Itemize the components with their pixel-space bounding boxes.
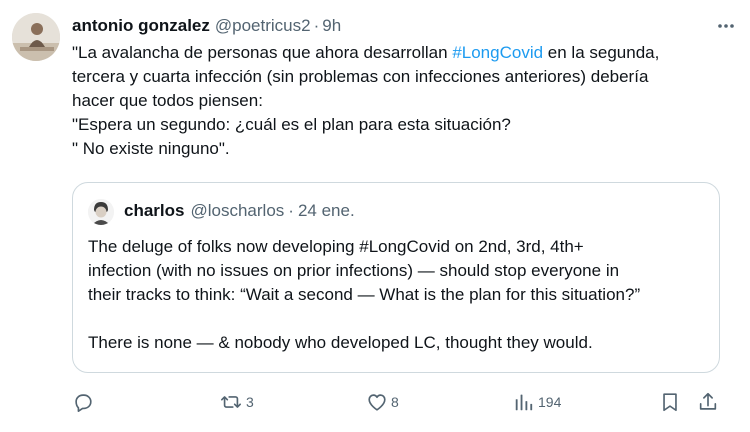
quoted-tweet-text: The deluge of folks now developing #Long… (88, 235, 708, 355)
reply-button[interactable] (72, 388, 94, 416)
tweet-text-segment: en la segunda, (543, 43, 660, 62)
retweet-button[interactable]: 3 (219, 388, 254, 416)
retweet-count: 3 (246, 394, 254, 410)
quoted-tweet-time: 24 ene. (297, 201, 355, 220)
quoted-header-separator: · (288, 201, 294, 220)
like-count: 8 (391, 394, 399, 410)
tweet-text-line: "Espera un segundo: ¿cuál es el plan par… (72, 115, 511, 134)
quoted-tweet[interactable]: charlos @loscharlos · 24 ene. The deluge… (72, 182, 720, 373)
like-button[interactable]: 8 (366, 388, 399, 416)
tweet-time[interactable]: 9h (322, 16, 341, 36)
quoted-author-handle[interactable]: @loscharlos (190, 201, 284, 221)
tweet-text-line: hacer que todos piensen: (72, 91, 263, 110)
quoted-tweet-header: charlos @loscharlos · 24 ene. (124, 201, 355, 221)
tweet[interactable]: antonio gonzalez @poetricus2 · 9h "La av… (0, 0, 750, 432)
tweet-text-segment: "La avalancha de personas que ahora desa… (72, 43, 453, 62)
quoted-text-line: The deluge of folks now developing #Long… (88, 237, 584, 256)
tweet-text-line: tercera y cuarta infección (sin problema… (72, 67, 649, 86)
tweet-text-line: " No existe ninguno". (72, 139, 230, 158)
views-icon (513, 391, 535, 413)
quoted-text-line: infection (with no issues on prior infec… (88, 261, 620, 280)
author-handle[interactable]: @poetricus2 (215, 16, 311, 36)
author-name[interactable]: antonio gonzalez (72, 16, 210, 36)
author-avatar[interactable] (12, 13, 60, 61)
quoted-text-line: There is none — & nobody who developed L… (88, 333, 593, 352)
views-button[interactable]: 194 (513, 388, 561, 416)
quoted-text-line: their tracks to think: “Wait a second — … (88, 285, 641, 304)
bookmark-button[interactable] (659, 388, 681, 416)
action-bar: 3 8 194 (72, 388, 732, 416)
bookmark-icon (659, 391, 681, 413)
views-count: 194 (538, 394, 562, 410)
more-horizontal-icon[interactable] (714, 14, 738, 38)
heart-icon (366, 391, 388, 413)
tweet-header: antonio gonzalez @poetricus2 · 9h (72, 14, 738, 38)
quoted-author-name[interactable]: charlos (124, 201, 184, 221)
share-button[interactable] (697, 388, 719, 416)
header-separator: · (313, 16, 320, 35)
retweet-icon (219, 391, 243, 413)
reply-icon (72, 391, 94, 413)
tweet-text: "La avalancha de personas que ahora desa… (72, 41, 732, 161)
share-icon (697, 391, 719, 413)
quoted-author-avatar[interactable] (88, 199, 114, 225)
tweet-text-line: "La avalancha de personas que ahora desa… (72, 41, 732, 65)
hashtag-link[interactable]: #LongCovid (452, 43, 543, 62)
